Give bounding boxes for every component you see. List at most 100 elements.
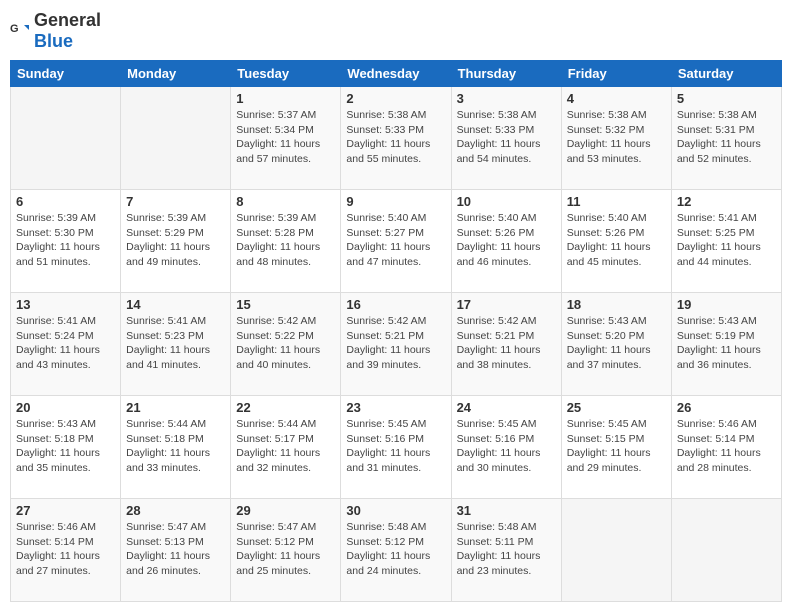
calendar-cell: 21 Sunrise: 5:44 AMSunset: 5:18 PMDaylig… (121, 396, 231, 499)
day-info: Sunrise: 5:41 AMSunset: 5:23 PMDaylight:… (126, 315, 210, 371)
day-info: Sunrise: 5:48 AMSunset: 5:12 PMDaylight:… (346, 521, 430, 577)
day-number: 30 (346, 503, 445, 518)
calendar-cell: 22 Sunrise: 5:44 AMSunset: 5:17 PMDaylig… (231, 396, 341, 499)
day-info: Sunrise: 5:41 AMSunset: 5:24 PMDaylight:… (16, 315, 100, 371)
calendar-cell: 11 Sunrise: 5:40 AMSunset: 5:26 PMDaylig… (561, 190, 671, 293)
weekday-header: Sunday (11, 61, 121, 87)
day-number: 12 (677, 194, 776, 209)
weekday-header: Saturday (671, 61, 781, 87)
calendar-week-row: 1 Sunrise: 5:37 AMSunset: 5:34 PMDayligh… (11, 87, 782, 190)
calendar-cell (561, 499, 671, 602)
logo-icon: G (10, 21, 30, 41)
weekday-header: Friday (561, 61, 671, 87)
day-number: 17 (457, 297, 556, 312)
calendar-week-row: 6 Sunrise: 5:39 AMSunset: 5:30 PMDayligh… (11, 190, 782, 293)
day-info: Sunrise: 5:39 AMSunset: 5:29 PMDaylight:… (126, 212, 210, 268)
calendar-cell (11, 87, 121, 190)
day-number: 31 (457, 503, 556, 518)
calendar-cell: 5 Sunrise: 5:38 AMSunset: 5:31 PMDayligh… (671, 87, 781, 190)
day-info: Sunrise: 5:43 AMSunset: 5:20 PMDaylight:… (567, 315, 651, 371)
calendar-week-row: 27 Sunrise: 5:46 AMSunset: 5:14 PMDaylig… (11, 499, 782, 602)
day-info: Sunrise: 5:40 AMSunset: 5:27 PMDaylight:… (346, 212, 430, 268)
day-info: Sunrise: 5:40 AMSunset: 5:26 PMDaylight:… (567, 212, 651, 268)
day-number: 29 (236, 503, 335, 518)
day-number: 19 (677, 297, 776, 312)
header: G General Blue (10, 10, 782, 52)
day-info: Sunrise: 5:43 AMSunset: 5:18 PMDaylight:… (16, 418, 100, 474)
day-number: 5 (677, 91, 776, 106)
calendar-cell: 13 Sunrise: 5:41 AMSunset: 5:24 PMDaylig… (11, 293, 121, 396)
calendar-cell: 3 Sunrise: 5:38 AMSunset: 5:33 PMDayligh… (451, 87, 561, 190)
calendar-cell: 4 Sunrise: 5:38 AMSunset: 5:32 PMDayligh… (561, 87, 671, 190)
calendar-cell: 7 Sunrise: 5:39 AMSunset: 5:29 PMDayligh… (121, 190, 231, 293)
day-number: 8 (236, 194, 335, 209)
calendar-cell (121, 87, 231, 190)
logo: G General Blue (10, 10, 101, 52)
day-info: Sunrise: 5:40 AMSunset: 5:26 PMDaylight:… (457, 212, 541, 268)
calendar-cell: 19 Sunrise: 5:43 AMSunset: 5:19 PMDaylig… (671, 293, 781, 396)
calendar-cell: 30 Sunrise: 5:48 AMSunset: 5:12 PMDaylig… (341, 499, 451, 602)
day-info: Sunrise: 5:44 AMSunset: 5:18 PMDaylight:… (126, 418, 210, 474)
day-number: 9 (346, 194, 445, 209)
day-number: 4 (567, 91, 666, 106)
calendar-cell: 6 Sunrise: 5:39 AMSunset: 5:30 PMDayligh… (11, 190, 121, 293)
day-number: 18 (567, 297, 666, 312)
day-number: 1 (236, 91, 335, 106)
calendar-cell: 25 Sunrise: 5:45 AMSunset: 5:15 PMDaylig… (561, 396, 671, 499)
day-number: 10 (457, 194, 556, 209)
calendar-cell: 29 Sunrise: 5:47 AMSunset: 5:12 PMDaylig… (231, 499, 341, 602)
day-number: 14 (126, 297, 225, 312)
calendar-cell: 20 Sunrise: 5:43 AMSunset: 5:18 PMDaylig… (11, 396, 121, 499)
day-number: 21 (126, 400, 225, 415)
calendar-cell: 10 Sunrise: 5:40 AMSunset: 5:26 PMDaylig… (451, 190, 561, 293)
day-info: Sunrise: 5:48 AMSunset: 5:11 PMDaylight:… (457, 521, 541, 577)
day-number: 16 (346, 297, 445, 312)
day-info: Sunrise: 5:41 AMSunset: 5:25 PMDaylight:… (677, 212, 761, 268)
calendar-cell: 8 Sunrise: 5:39 AMSunset: 5:28 PMDayligh… (231, 190, 341, 293)
day-number: 6 (16, 194, 115, 209)
calendar-cell: 15 Sunrise: 5:42 AMSunset: 5:22 PMDaylig… (231, 293, 341, 396)
day-number: 15 (236, 297, 335, 312)
day-number: 26 (677, 400, 776, 415)
calendar-cell: 28 Sunrise: 5:47 AMSunset: 5:13 PMDaylig… (121, 499, 231, 602)
calendar-cell: 24 Sunrise: 5:45 AMSunset: 5:16 PMDaylig… (451, 396, 561, 499)
calendar-cell: 31 Sunrise: 5:48 AMSunset: 5:11 PMDaylig… (451, 499, 561, 602)
calendar-cell: 2 Sunrise: 5:38 AMSunset: 5:33 PMDayligh… (341, 87, 451, 190)
day-info: Sunrise: 5:42 AMSunset: 5:22 PMDaylight:… (236, 315, 320, 371)
day-info: Sunrise: 5:42 AMSunset: 5:21 PMDaylight:… (457, 315, 541, 371)
day-info: Sunrise: 5:38 AMSunset: 5:32 PMDaylight:… (567, 109, 651, 165)
day-number: 3 (457, 91, 556, 106)
day-info: Sunrise: 5:37 AMSunset: 5:34 PMDaylight:… (236, 109, 320, 165)
day-info: Sunrise: 5:39 AMSunset: 5:28 PMDaylight:… (236, 212, 320, 268)
day-info: Sunrise: 5:39 AMSunset: 5:30 PMDaylight:… (16, 212, 100, 268)
calendar-week-row: 13 Sunrise: 5:41 AMSunset: 5:24 PMDaylig… (11, 293, 782, 396)
weekday-header: Thursday (451, 61, 561, 87)
page: G General Blue SundayMondayTuesdayWednes… (0, 0, 792, 612)
day-number: 28 (126, 503, 225, 518)
calendar-cell: 9 Sunrise: 5:40 AMSunset: 5:27 PMDayligh… (341, 190, 451, 293)
calendar-cell: 12 Sunrise: 5:41 AMSunset: 5:25 PMDaylig… (671, 190, 781, 293)
day-info: Sunrise: 5:44 AMSunset: 5:17 PMDaylight:… (236, 418, 320, 474)
calendar-header-row: SundayMondayTuesdayWednesdayThursdayFrid… (11, 61, 782, 87)
calendar-cell: 27 Sunrise: 5:46 AMSunset: 5:14 PMDaylig… (11, 499, 121, 602)
calendar-cell: 17 Sunrise: 5:42 AMSunset: 5:21 PMDaylig… (451, 293, 561, 396)
calendar-cell: 18 Sunrise: 5:43 AMSunset: 5:20 PMDaylig… (561, 293, 671, 396)
day-number: 27 (16, 503, 115, 518)
logo-general: General (34, 10, 101, 30)
day-info: Sunrise: 5:45 AMSunset: 5:15 PMDaylight:… (567, 418, 651, 474)
day-number: 13 (16, 297, 115, 312)
day-info: Sunrise: 5:45 AMSunset: 5:16 PMDaylight:… (346, 418, 430, 474)
day-number: 11 (567, 194, 666, 209)
day-info: Sunrise: 5:46 AMSunset: 5:14 PMDaylight:… (16, 521, 100, 577)
day-number: 7 (126, 194, 225, 209)
calendar-cell: 16 Sunrise: 5:42 AMSunset: 5:21 PMDaylig… (341, 293, 451, 396)
calendar-table: SundayMondayTuesdayWednesdayThursdayFrid… (10, 60, 782, 602)
day-number: 22 (236, 400, 335, 415)
day-info: Sunrise: 5:38 AMSunset: 5:33 PMDaylight:… (457, 109, 541, 165)
day-info: Sunrise: 5:38 AMSunset: 5:33 PMDaylight:… (346, 109, 430, 165)
day-number: 2 (346, 91, 445, 106)
day-number: 24 (457, 400, 556, 415)
day-info: Sunrise: 5:38 AMSunset: 5:31 PMDaylight:… (677, 109, 761, 165)
day-number: 20 (16, 400, 115, 415)
calendar-cell: 1 Sunrise: 5:37 AMSunset: 5:34 PMDayligh… (231, 87, 341, 190)
